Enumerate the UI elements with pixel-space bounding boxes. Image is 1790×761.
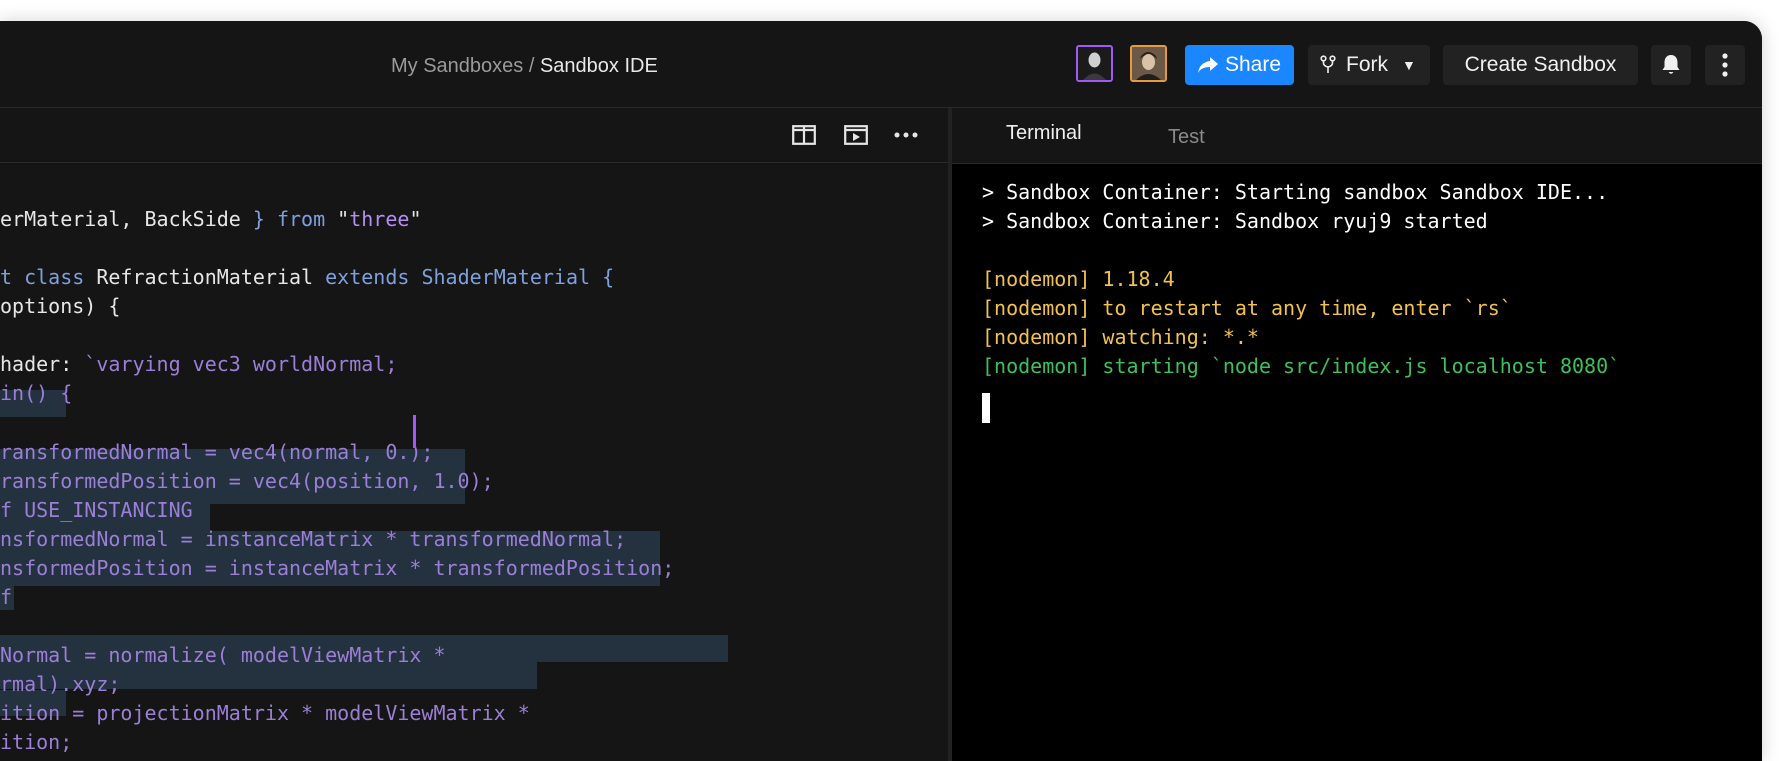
- code-line: hader: `varying vec3 worldNormal;: [0, 352, 398, 376]
- terminal-line: [nodemon] watching: *.*: [982, 325, 1259, 349]
- terminal-tabs: Terminal Test: [952, 108, 1762, 164]
- terminal-line: [nodemon] to restart at any time, enter …: [982, 296, 1512, 320]
- split-view-icon: [792, 125, 816, 145]
- editor-toolbar: [0, 108, 948, 163]
- bell-icon: [1662, 55, 1680, 74]
- user-avatar-icon: [1078, 47, 1111, 80]
- code-line: ransformedPosition = vec4(position, 1.0)…: [0, 469, 494, 493]
- editor-more-button[interactable]: [893, 122, 919, 148]
- fork-button[interactable]: Fork ▼: [1308, 45, 1430, 85]
- split-view-button[interactable]: [791, 122, 817, 148]
- code-line: options) {: [0, 294, 121, 318]
- terminal-line: [nodemon] starting `node src/index.js lo…: [982, 354, 1621, 378]
- vertical-dots-icon: [1722, 53, 1728, 77]
- share-button[interactable]: Share: [1185, 45, 1294, 85]
- preview-window-icon: [844, 125, 868, 145]
- code-line: nsformedPosition = instanceMatrix * tran…: [0, 556, 675, 580]
- avatar[interactable]: [1076, 45, 1113, 82]
- tab-test[interactable]: Test: [1168, 126, 1205, 149]
- terminal-output[interactable]: > Sandbox Container: Starting sandbox Sa…: [982, 178, 1620, 423]
- breadcrumb: My Sandboxes / Sandbox IDE: [391, 55, 658, 78]
- create-sandbox-label: Create Sandbox: [1464, 53, 1617, 76]
- terminal-cursor: [982, 393, 990, 423]
- code-line: ransformedNormal = vec4(normal, 0.);: [0, 440, 434, 464]
- share-label: Share: [1225, 53, 1282, 76]
- terminal-pane: Terminal Test > Sandbox Container: Start…: [952, 108, 1762, 761]
- code-line: f USE_INSTANCING: [0, 498, 193, 522]
- code-line: in() {: [0, 381, 73, 405]
- fork-icon: [1320, 55, 1336, 73]
- chevron-down-icon: ▼: [1402, 57, 1416, 73]
- avatar[interactable]: [1130, 45, 1167, 82]
- code-line: ition = projectionMatrix * modelViewMatr…: [0, 701, 530, 725]
- code-line: nsformedNormal = instanceMatrix * transf…: [0, 527, 627, 551]
- ide-window: My Sandboxes / Sandbox IDE Share Fork ▼ …: [0, 21, 1762, 761]
- preview-button[interactable]: [843, 122, 869, 148]
- breadcrumb-separator: /: [523, 55, 540, 77]
- code-editor: erMaterial, BackSide } from "three" t cl…: [0, 108, 948, 761]
- terminal-line: > Sandbox Container: Starting sandbox Sa…: [982, 180, 1609, 204]
- code-line: rmal).xyz;: [0, 672, 121, 696]
- code-area[interactable]: erMaterial, BackSide } from "three" t cl…: [0, 163, 948, 761]
- code-line: Normal = normalize( modelViewMatrix *: [0, 643, 446, 667]
- code-line: t class RefractionMaterial extends Shade…: [0, 265, 615, 289]
- text-cursor: [413, 415, 416, 448]
- user-avatar-icon: [1132, 47, 1165, 80]
- breadcrumb-current: Sandbox IDE: [539, 55, 658, 77]
- top-bar: My Sandboxes / Sandbox IDE Share Fork ▼ …: [0, 21, 1762, 108]
- tab-terminal[interactable]: Terminal: [1006, 122, 1082, 145]
- breadcrumb-parent[interactable]: My Sandboxes: [391, 55, 523, 77]
- more-menu-button[interactable]: [1705, 45, 1745, 85]
- code-line: f: [0, 585, 13, 609]
- share-arrow-icon: [1198, 57, 1218, 73]
- fork-label: Fork: [1346, 53, 1388, 76]
- horizontal-dots-icon: [894, 132, 918, 138]
- code-line: erMaterial, BackSide } from "three": [0, 207, 422, 231]
- notifications-button[interactable]: [1651, 45, 1691, 85]
- terminal-line: > Sandbox Container: Sandbox ryuj9 start…: [982, 209, 1488, 233]
- create-sandbox-button[interactable]: Create Sandbox: [1443, 45, 1638, 85]
- terminal-line: [nodemon] 1.18.4: [982, 267, 1175, 291]
